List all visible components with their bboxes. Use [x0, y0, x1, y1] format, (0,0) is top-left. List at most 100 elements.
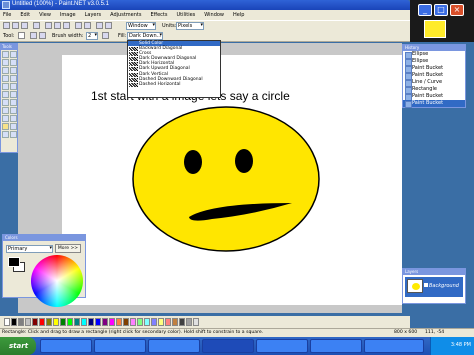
- history-item[interactable]: Line / Curve: [403, 79, 465, 87]
- color-wheel[interactable]: [31, 255, 83, 307]
- palette-swatch[interactable]: [102, 318, 108, 326]
- pan-icon[interactable]: [10, 75, 17, 82]
- paint-bucket-icon[interactable]: [2, 83, 9, 90]
- recolor-icon[interactable]: [10, 107, 17, 114]
- palette-swatch[interactable]: [32, 318, 38, 326]
- text-tool-icon[interactable]: [2, 115, 9, 122]
- more-colors-button[interactable]: More >>: [55, 244, 81, 253]
- palette-swatch[interactable]: [172, 318, 178, 326]
- primary-color-swatch[interactable]: [8, 257, 20, 267]
- rectangle-select-icon[interactable]: [2, 51, 9, 58]
- menu-layers[interactable]: Layers: [85, 12, 102, 18]
- rounded-rectangle-icon[interactable]: [10, 123, 17, 130]
- redo-icon[interactable]: [105, 22, 112, 29]
- palette-swatch[interactable]: [116, 318, 122, 326]
- taskbar-item[interactable]: [310, 339, 362, 353]
- minimize-button[interactable]: _: [418, 4, 432, 16]
- history-item[interactable]: Paint Bucket: [403, 72, 465, 80]
- taskbar-item[interactable]: [364, 339, 424, 353]
- palette-swatch[interactable]: [4, 318, 10, 326]
- menu-utilities[interactable]: Utilities: [176, 12, 195, 18]
- menu-window[interactable]: Window: [204, 12, 224, 18]
- cut-icon[interactable]: [45, 22, 52, 29]
- clone-stamp-icon[interactable]: [2, 107, 9, 114]
- palette-swatch[interactable]: [109, 318, 115, 326]
- shape-draw-icon[interactable]: [30, 32, 37, 39]
- magic-wand-icon[interactable]: [2, 75, 9, 82]
- palette-swatch[interactable]: [151, 318, 157, 326]
- window-combo[interactable]: Window: [126, 22, 156, 30]
- start-button[interactable]: start: [0, 337, 36, 355]
- antialias-icon[interactable]: [102, 32, 109, 39]
- history-item[interactable]: Paint Bucket: [403, 65, 465, 73]
- rectangle-tool-icon[interactable]: [2, 123, 9, 130]
- palette-swatch[interactable]: [137, 318, 143, 326]
- lasso-icon[interactable]: [2, 59, 9, 66]
- units-combo[interactable]: Pixels: [176, 22, 204, 30]
- shape-fill-icon[interactable]: [39, 32, 46, 39]
- palette-swatch[interactable]: [25, 318, 31, 326]
- menu-image[interactable]: Image: [60, 12, 76, 18]
- taskbar-item[interactable]: [148, 339, 200, 353]
- line-tool-icon[interactable]: [10, 115, 17, 122]
- paste-icon[interactable]: [63, 22, 70, 29]
- new-file-icon[interactable]: [3, 22, 10, 29]
- menu-edit[interactable]: Edit: [20, 12, 30, 18]
- dropdown-item[interactable]: Dashed Horizontal: [128, 82, 220, 87]
- history-item[interactable]: Ellipse: [403, 58, 465, 66]
- print-icon[interactable]: [33, 22, 40, 29]
- palette-swatch[interactable]: [74, 318, 80, 326]
- ellipse-select-icon[interactable]: [2, 67, 9, 74]
- palette-swatch[interactable]: [60, 318, 66, 326]
- pencil-icon[interactable]: [2, 99, 9, 106]
- crop-icon[interactable]: [75, 22, 82, 29]
- layer-visibility-checkbox[interactable]: [424, 283, 428, 287]
- ellipse-tool-icon[interactable]: [2, 131, 9, 138]
- brush-width-field[interactable]: 2: [86, 32, 98, 40]
- layer-row-background[interactable]: Background: [405, 277, 463, 297]
- zoom-icon[interactable]: [10, 67, 17, 74]
- fill-combo[interactable]: Dark Down...: [127, 32, 163, 40]
- palette-swatch[interactable]: [18, 318, 24, 326]
- palette-swatch[interactable]: [88, 318, 94, 326]
- menu-help[interactable]: Help: [233, 12, 244, 18]
- palette-swatch[interactable]: [81, 318, 87, 326]
- menu-effects[interactable]: Effects: [150, 12, 167, 18]
- copy-icon[interactable]: [54, 22, 61, 29]
- palette-swatch[interactable]: [158, 318, 164, 326]
- eraser-icon[interactable]: [10, 91, 17, 98]
- palette-swatch[interactable]: [193, 318, 199, 326]
- palette-swatch[interactable]: [165, 318, 171, 326]
- move-icon[interactable]: [10, 51, 17, 58]
- color-picker-icon[interactable]: [10, 99, 17, 106]
- freeform-shape-icon[interactable]: [10, 131, 17, 138]
- taskbar-item-active[interactable]: [202, 339, 254, 353]
- palette-swatch[interactable]: [179, 318, 185, 326]
- palette-swatch[interactable]: [95, 318, 101, 326]
- palette-swatch[interactable]: [144, 318, 150, 326]
- palette-swatch[interactable]: [123, 318, 129, 326]
- menu-view[interactable]: View: [39, 12, 51, 18]
- undo-icon[interactable]: [96, 22, 103, 29]
- taskbar-item[interactable]: [40, 339, 92, 353]
- deselect-icon[interactable]: [84, 22, 91, 29]
- palette-swatch[interactable]: [46, 318, 52, 326]
- history-item[interactable]: Rectangle: [403, 86, 465, 94]
- history-item[interactable]: Ellipse: [403, 51, 465, 59]
- rectangle-tool-icon[interactable]: [18, 32, 25, 39]
- history-item-selected[interactable]: Paint Bucket: [403, 100, 465, 108]
- palette-swatch[interactable]: [130, 318, 136, 326]
- menu-adjustments[interactable]: Adjustments: [110, 12, 141, 18]
- paintbrush-icon[interactable]: [2, 91, 9, 98]
- palette-swatch[interactable]: [186, 318, 192, 326]
- save-icon[interactable]: [21, 22, 28, 29]
- primary-secondary-combo[interactable]: Primary: [6, 245, 53, 253]
- taskbar-item[interactable]: [256, 339, 308, 353]
- move-selection-icon[interactable]: [10, 59, 17, 66]
- close-button[interactable]: ×: [450, 4, 464, 16]
- history-item[interactable]: Paint Bucket: [403, 93, 465, 101]
- palette-swatch[interactable]: [67, 318, 73, 326]
- gradient-icon[interactable]: [10, 83, 17, 90]
- menu-file[interactable]: File: [3, 12, 11, 18]
- open-file-icon[interactable]: [12, 22, 19, 29]
